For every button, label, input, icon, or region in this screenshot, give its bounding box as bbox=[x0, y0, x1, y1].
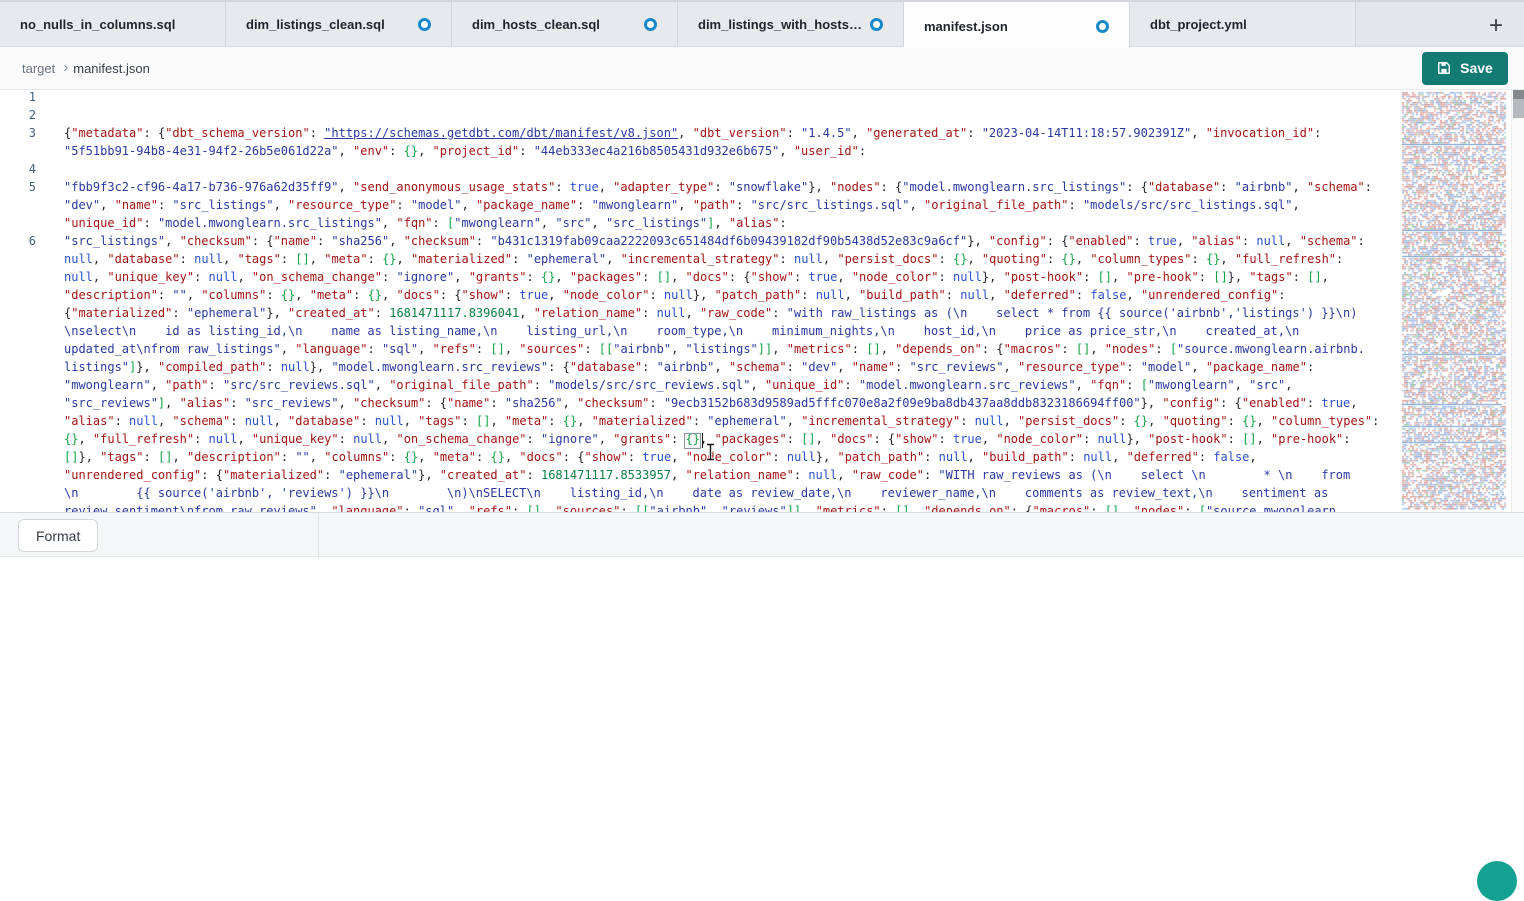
code-line[interactable]: "src_listings", "checksum": {"name": "sh… bbox=[64, 234, 1400, 252]
tab-label: no_nulls_in_columns.sql bbox=[20, 17, 175, 32]
code-line[interactable]: "dev", "name": "src_listings", "resource… bbox=[64, 198, 1400, 216]
line-number bbox=[0, 252, 50, 270]
format-button[interactable]: Format bbox=[18, 519, 98, 552]
tab-dbt-project-yml[interactable]: dbt_project.yml bbox=[1130, 2, 1356, 46]
code-line[interactable]: "fbb9f3c2-cf96-4a17-b736-976a62d35ff9", … bbox=[64, 180, 1400, 198]
code-line[interactable] bbox=[64, 162, 1400, 180]
editor-scrollbar[interactable] bbox=[1511, 90, 1524, 512]
matching-bracket-highlight bbox=[684, 433, 700, 449]
breadcrumb-folder: target bbox=[22, 61, 55, 76]
tab-bar: no_nulls_in_columns.sql dim_listings_clea… bbox=[0, 0, 1524, 47]
line-number bbox=[0, 468, 50, 486]
line-number bbox=[0, 396, 50, 414]
save-label: Save bbox=[1460, 60, 1493, 76]
tab-label: dim_listings_with_hosts.sql bbox=[698, 17, 862, 32]
line-number bbox=[0, 360, 50, 378]
line-number bbox=[0, 324, 50, 342]
modified-dot-icon bbox=[870, 18, 883, 31]
code-line[interactable]: "unique_id": "model.mwonglearn.src_listi… bbox=[64, 216, 1400, 234]
code-line[interactable]: listings"]}, "compiled_path": null}, "mo… bbox=[64, 360, 1400, 378]
line-number bbox=[0, 288, 50, 306]
tab-dim-hosts-clean-sql[interactable]: dim_hosts_clean.sql bbox=[452, 2, 678, 46]
line-number bbox=[0, 270, 50, 288]
line-number bbox=[0, 450, 50, 468]
mouse-ibeam-cursor bbox=[705, 443, 716, 466]
tab-label: manifest.json bbox=[924, 19, 1008, 34]
scrollbar-thumb[interactable] bbox=[1513, 99, 1524, 118]
line-number: 3 bbox=[0, 126, 50, 144]
line-number bbox=[0, 414, 50, 432]
breadcrumb-bar: target › manifest.json Save bbox=[0, 47, 1524, 90]
code-line[interactable]: {"metadata": {"dbt_schema_version": "htt… bbox=[64, 126, 1400, 144]
tab-manifest-json[interactable]: manifest.json bbox=[904, 2, 1130, 50]
plus-icon: + bbox=[1489, 12, 1503, 40]
save-button[interactable]: Save bbox=[1422, 52, 1508, 85]
help-button[interactable] bbox=[1477, 861, 1517, 901]
code-line[interactable]: \nselect\n id as listing_id,\n name as l… bbox=[64, 324, 1400, 342]
code-line[interactable]: []}, "tags": [], "description": "", "col… bbox=[64, 450, 1400, 468]
line-number bbox=[0, 486, 50, 504]
code-line[interactable]: \n {{ source('airbnb', 'reviews') }}\n \… bbox=[64, 486, 1400, 504]
tab-label: dim_listings_clean.sql bbox=[246, 17, 385, 32]
tab-label: dbt_project.yml bbox=[1150, 17, 1247, 32]
line-number: 2 bbox=[0, 108, 50, 126]
new-tab-button[interactable]: + bbox=[1476, 2, 1516, 49]
results-pane bbox=[0, 558, 1524, 875]
tab-no-nulls-in-columns-sql[interactable]: no_nulls_in_columns.sql bbox=[0, 2, 226, 46]
bottom-toolbar: Format bbox=[0, 512, 1524, 557]
line-number: 6 bbox=[0, 234, 50, 252]
code-line[interactable] bbox=[64, 108, 1400, 126]
code-line[interactable]: "mwonglearn", "path": "src/src_reviews.s… bbox=[64, 378, 1400, 396]
line-number bbox=[0, 198, 50, 216]
line-number: 1 bbox=[0, 90, 50, 108]
line-number bbox=[0, 378, 50, 396]
code-line[interactable]: "description": "", "columns": {}, "meta"… bbox=[64, 288, 1400, 306]
code-line[interactable]: "alias": null, "schema": null, "database… bbox=[64, 414, 1400, 432]
code-line[interactable]: null, "database": null, "tags": [], "met… bbox=[64, 252, 1400, 270]
code-line[interactable]: {"materialized": "ephemeral"}, "created_… bbox=[64, 306, 1400, 324]
line-number bbox=[0, 216, 50, 234]
code-area[interactable]: {"metadata": {"dbt_schema_version": "htt… bbox=[50, 90, 1400, 512]
line-number bbox=[0, 504, 50, 512]
line-number bbox=[0, 306, 50, 324]
code-editor[interactable]: 123 45 6 {"metadata": {"dbt_schema_version… bbox=[0, 90, 1524, 512]
modified-dot-icon bbox=[1096, 20, 1109, 33]
line-number bbox=[0, 342, 50, 360]
code-line[interactable]: {}, "full_refresh": null, "unique_key": … bbox=[64, 432, 1400, 450]
tab-dim-listings-clean-sql[interactable]: dim_listings_clean.sql bbox=[226, 2, 452, 46]
text-caret bbox=[702, 433, 704, 448]
line-number bbox=[0, 144, 50, 162]
line-number: 5 bbox=[0, 180, 50, 198]
modified-dot-icon bbox=[644, 18, 657, 31]
code-line[interactable] bbox=[64, 90, 1400, 108]
code-line[interactable]: "5f51bb91-94b8-4e31-94f2-26b5e061d22a", … bbox=[64, 144, 1400, 162]
breadcrumb-filename: manifest.json bbox=[73, 61, 150, 76]
code-line[interactable]: updated_at\nfrom raw_listings", "languag… bbox=[64, 342, 1400, 360]
modified-dot-icon bbox=[418, 18, 431, 31]
code-line[interactable]: null, "unique_key": null, "on_schema_cha… bbox=[64, 270, 1400, 288]
tab-label: dim_hosts_clean.sql bbox=[472, 17, 600, 32]
line-number: 4 bbox=[0, 162, 50, 180]
pane-divider bbox=[318, 513, 319, 558]
code-line[interactable]: "unrendered_config": {"materialized": "e… bbox=[64, 468, 1400, 486]
floppy-disk-icon bbox=[1437, 61, 1451, 75]
line-number-gutter: 123 45 6 bbox=[0, 90, 50, 512]
code-line[interactable]: review_sentiment\nfrom raw_reviews", "la… bbox=[64, 504, 1400, 512]
chevron-right-icon: › bbox=[63, 59, 68, 76]
tab-dim-listings-with-hosts-sql[interactable]: dim_listings_with_hosts.sql bbox=[678, 2, 904, 46]
code-line[interactable]: "src_reviews"], "alias": "src_reviews", … bbox=[64, 396, 1400, 414]
scrollbar-thumb-cap bbox=[1513, 90, 1524, 99]
minimap[interactable] bbox=[1400, 90, 1511, 512]
line-number bbox=[0, 432, 50, 450]
